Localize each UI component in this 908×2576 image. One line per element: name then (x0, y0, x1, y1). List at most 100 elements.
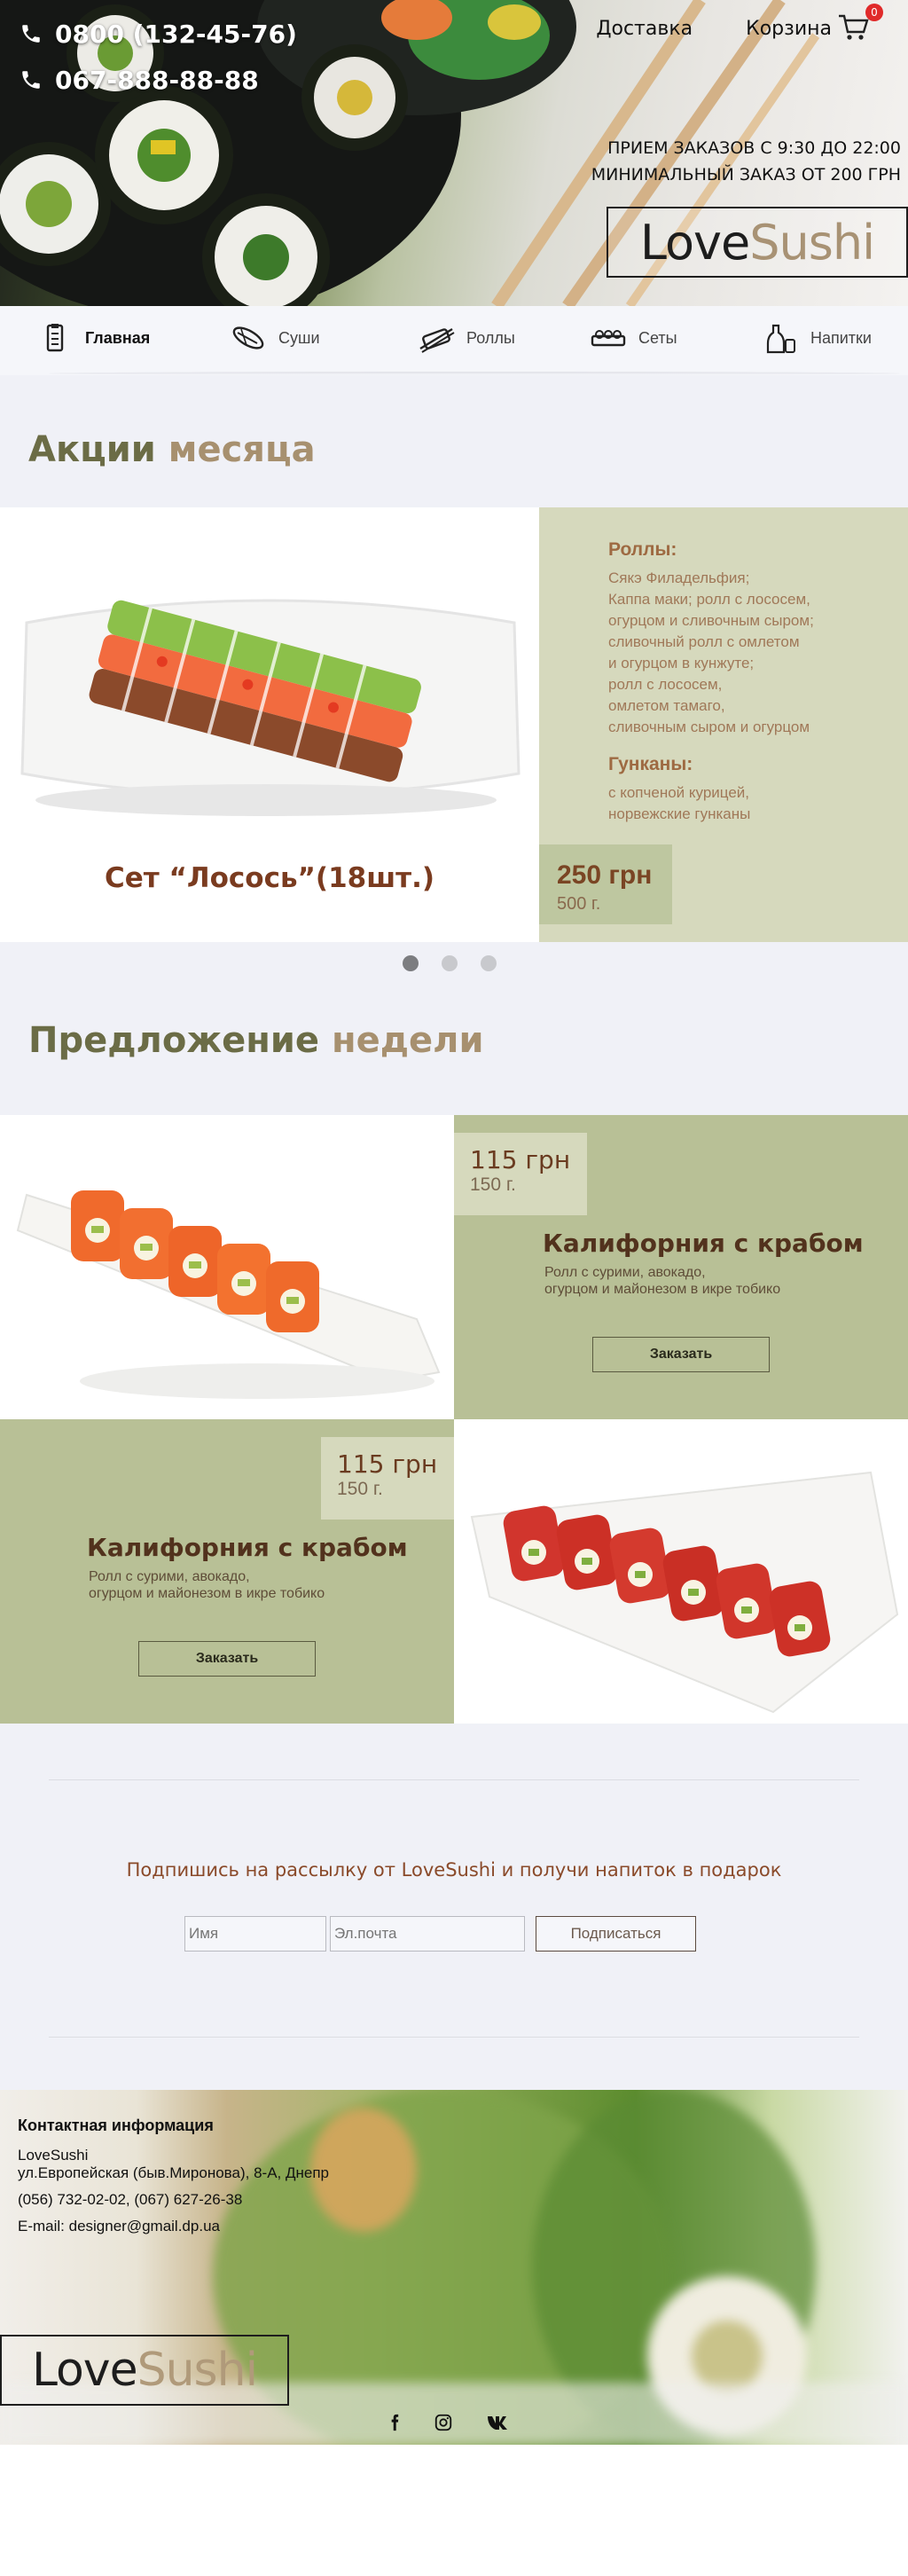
offer-card-1: 115 грн 150 г. Калифорния с крабом Ролл … (0, 1115, 908, 1419)
promo-image[interactable]: Сет “Лосось”(18шт.) (0, 507, 539, 942)
instagram-link[interactable] (430, 2409, 457, 2436)
cart-icon (839, 14, 869, 40)
slider-dot-3[interactable] (481, 955, 497, 971)
promo-price: 250 грн (557, 860, 653, 890)
footer: Контактная информация LoveSushi ул.Европ… (0, 2090, 908, 2445)
footer-logo[interactable]: Love Sushi (0, 2335, 289, 2406)
slider-dot-1[interactable] (403, 955, 419, 971)
offer-2-order-button[interactable]: Заказать (138, 1641, 316, 1677)
offer-1-desc-line: Ролл с сурими, авокадо, (544, 1265, 706, 1280)
rolls-icon (419, 327, 455, 353)
subscribe-button[interactable]: Подписаться (536, 1916, 696, 1952)
promo-composition: Роллы: Сякэ Филадельфия; Каппа маки; рол… (608, 539, 892, 825)
phone-2[interactable]: 067-888-88-88 (20, 57, 297, 103)
california-roll-image (16, 1190, 441, 1399)
rolls-line: и огурцом в кунжуте; (608, 655, 755, 671)
offer-1-order-button[interactable]: Заказать (592, 1337, 770, 1372)
phone-list: 0800 (132-45-76) 067-888-88-88 (20, 11, 297, 103)
clipboard-icon (46, 324, 64, 352)
offer-1-image[interactable] (0, 1115, 454, 1419)
offer-title-word-1: Предложение (28, 1020, 320, 1061)
rolls-line: Каппа маки; ролл с лососем, (608, 591, 810, 608)
order-hours: ПРИЕМ ЗАКАЗОВ С 9:30 ДО 22:00 МИНИМАЛЬНЫ… (591, 135, 901, 188)
footer-logo-love: Love (31, 2344, 138, 2397)
sushi-set-image (20, 599, 521, 816)
promo-set-name: Сет “Лосось”(18шт.) (104, 862, 435, 894)
nav-item-home[interactable]: Главная (35, 322, 150, 354)
nav-label: Напитки (810, 328, 872, 347)
logo-sushi: Sushi (749, 214, 875, 271)
promo-section-title: Акции месяца (28, 429, 316, 470)
contact-heading: Контактная информация (18, 2117, 214, 2134)
subscribe-name-input[interactable] (184, 1916, 326, 1952)
slider-dot-2[interactable] (442, 955, 458, 971)
offer-2-image[interactable] (454, 1419, 908, 1724)
divider-bottom (49, 2037, 859, 2038)
contact-info: Контактная информация LoveSushi ул.Европ… (18, 2117, 329, 2235)
gunkans-heading: Гунканы: (608, 754, 693, 774)
offer-card-2: 115 грн 150 г. Калифорния с крабом Ролл … (0, 1419, 908, 1724)
offer-2-name: Калифорния с крабом (87, 1533, 408, 1562)
vk-link[interactable] (486, 2409, 513, 2436)
offer-2-price-tag: 115 грн 150 г. (321, 1437, 454, 1520)
rolls-line: ролл с лососем, (608, 676, 723, 693)
offer-2-info: 115 грн 150 г. Калифорния с крабом Ролл … (0, 1419, 454, 1724)
promo-slide: Сет “Лосось”(18шт.) Роллы: Сякэ Филадель… (0, 507, 908, 942)
top-links: Доставка Корзина 0 (543, 4, 883, 44)
offer-1-price: 115 грн (470, 1145, 571, 1174)
promo-title-word-1: Акции (28, 429, 156, 470)
contact-company: LoveSushi (18, 2147, 89, 2164)
offer-2-weight: 150 г. (337, 1479, 383, 1499)
cart-button[interactable]: 0 (837, 4, 883, 44)
gunkans-line: норвежские гунканы (608, 805, 751, 822)
divider-top (49, 1779, 859, 1780)
slider-dots (403, 955, 497, 971)
promo-weight: 500 г. (557, 894, 601, 914)
nav-label: Суши (278, 328, 320, 347)
nav-item-drinks[interactable]: Напитки (761, 322, 872, 354)
offer-2-desc-line: огурцом и майонезом в икре тобико (89, 1586, 325, 1601)
sets-icon (591, 330, 626, 347)
offer-1-price-tag: 115 грн 150 г. (454, 1133, 587, 1215)
phone-icon (22, 25, 40, 43)
promo-title-word-2: месяца (168, 429, 316, 470)
phone-1-text: 0800 (132-45-76) (55, 19, 297, 49)
main-nav: Главная Суши Роллы Сеты Напитки (0, 306, 908, 375)
vk-icon (488, 2416, 507, 2430)
rolls-line: омлетом тамаго, (608, 697, 725, 714)
offer-title-word-2: недели (331, 1020, 484, 1061)
drinks-icon (766, 324, 795, 354)
hero-header: 0800 (132-45-76) 067-888-88-88 Доставка … (0, 0, 908, 306)
subscribe-email-input[interactable] (330, 1916, 525, 1952)
nav-item-sets[interactable]: Сеты (589, 322, 677, 354)
nav-label: Сеты (638, 328, 677, 347)
rolls-line: сливочный ролл с омлетом (608, 633, 800, 650)
hours-line-1: ПРИЕМ ЗАКАЗОВ С 9:30 ДО 22:00 (607, 138, 901, 158)
nav-item-rolls[interactable]: Роллы (417, 322, 515, 354)
offer-1-name: Калифорния с крабом (543, 1229, 864, 1258)
hours-line-2: МИНИМАЛЬНЫЙ ЗАКАЗ ОТ 200 ГРН (591, 165, 901, 185)
footer-logo-sushi: Sushi (137, 2344, 258, 2397)
logo-love: Love (639, 214, 750, 271)
cart-count-badge: 0 (865, 4, 883, 21)
facebook-icon (391, 2414, 399, 2431)
gunkans-line: с копченой курицей, (608, 784, 749, 801)
contact-phones: (056) 732-02-02, (067) 627-26-38 (18, 2191, 243, 2208)
rolls-line: огурцом и сливочным сыром; (608, 612, 814, 629)
offer-1-desc-line: огурцом и майонезом в икре тобико (544, 1282, 781, 1297)
cart-link[interactable]: Корзина (746, 18, 832, 40)
delivery-link[interactable]: Доставка (596, 18, 693, 40)
contact-address: ул.Европейская (быв.Миронова), 8-А, Днеп… (18, 2164, 329, 2181)
instagram-icon (434, 2414, 452, 2431)
facebook-link[interactable] (381, 2409, 408, 2436)
nav-item-sushi[interactable]: Суши (229, 322, 320, 354)
sushi-icon (232, 326, 264, 349)
offer-2-desc-line: Ролл с сурими, авокадо, (89, 1569, 250, 1584)
logo[interactable]: Love Sushi (607, 207, 908, 278)
nav-divider (49, 372, 900, 375)
contact-email[interactable]: E-mail: designer@gmail.dp.ua (18, 2218, 329, 2235)
offer-1-weight: 150 г. (470, 1174, 516, 1195)
promo-price-tag: 250 грн 500 г. (539, 844, 672, 924)
nav-label: Роллы (466, 328, 515, 347)
phone-1[interactable]: 0800 (132-45-76) (20, 11, 297, 57)
